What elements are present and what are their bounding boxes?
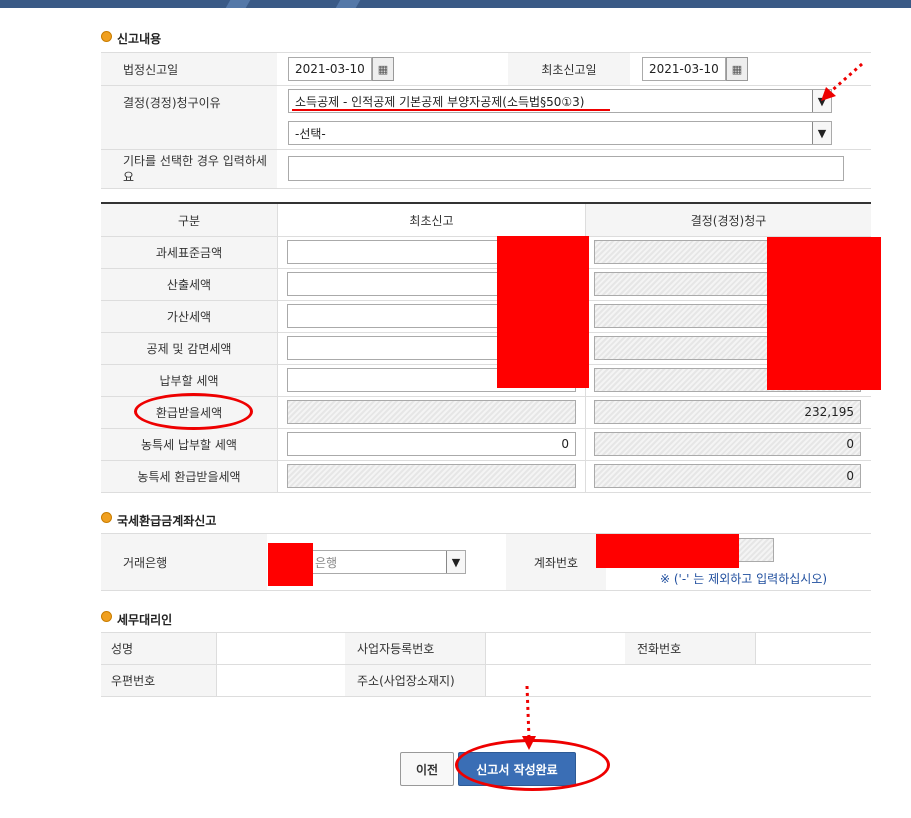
- highlight-oval-annotation: [134, 393, 253, 430]
- agent-address-label: 주소(사업장소재지): [345, 665, 485, 696]
- initial-date-label: 최초신고일: [508, 53, 630, 85]
- agent-bizno-label: 사업자등록번호: [345, 633, 485, 664]
- redaction: [767, 237, 881, 390]
- agent-zip-label: 우편번호: [101, 665, 216, 696]
- section-bullet-icon: [101, 31, 112, 42]
- chevron-down-icon[interactable]: ▼: [446, 551, 465, 573]
- agent-bizno-field[interactable]: [485, 633, 625, 664]
- amounts-header-claim: 결정(경정)청구: [586, 204, 871, 236]
- agent-phone-field[interactable]: [755, 633, 871, 664]
- section-bullet-icon: [101, 611, 112, 622]
- other-reason-label: 기타를 선택한 경우 입력하세요: [101, 150, 277, 188]
- redaction: [268, 543, 313, 586]
- other-reason-input[interactable]: [288, 156, 844, 181]
- top-banner: [0, 0, 911, 8]
- amount-row-label: 농특세 납부할 세액: [101, 429, 277, 460]
- initial-amount-input[interactable]: 0: [287, 432, 576, 456]
- bank-label: 거래은행: [101, 534, 267, 590]
- amount-row-label: 과세표준금액: [101, 237, 277, 268]
- amounts-header-initial: 최초신고: [278, 204, 585, 236]
- reason-detail-select[interactable]: -선택-: [288, 121, 832, 145]
- amount-row-label: 농특세 환급받을세액: [101, 461, 277, 492]
- calendar-icon[interactable]: ▦: [726, 57, 748, 81]
- chevron-down-icon[interactable]: ▼: [812, 90, 831, 112]
- highlight-oval-annotation: [455, 739, 610, 791]
- amount-row-label: 공제 및 감면세액: [101, 333, 277, 364]
- statutory-date-input[interactable]: 2021-03-10: [288, 57, 372, 81]
- agent-name-field[interactable]: [216, 633, 344, 664]
- reason-select-value: 소득공제 - 인적공제 기본공제 부양자공제(소득법§50①3): [295, 94, 585, 109]
- agent-address-field[interactable]: [485, 665, 871, 696]
- section-bullet-icon: [101, 512, 112, 523]
- initial-amount-input[interactable]: [287, 464, 576, 488]
- section-title-agent: 세무대리인: [117, 613, 173, 627]
- bank-select[interactable]: 은행: [288, 550, 466, 574]
- reason-label: 결정(경정)청구이유: [101, 86, 277, 118]
- agent-name-label: 성명: [101, 633, 216, 664]
- claim-amount-input[interactable]: 0: [594, 464, 861, 488]
- dotted-arrow-line: [827, 62, 863, 96]
- reason-detail-value: -선택-: [295, 126, 326, 141]
- claim-amount-input[interactable]: 232,195: [594, 400, 861, 424]
- prev-button[interactable]: 이전: [400, 752, 454, 786]
- redaction: [596, 534, 739, 568]
- amount-row-label: 납부할 세액: [101, 365, 277, 396]
- initial-amount-input[interactable]: [287, 400, 576, 424]
- section-title-report: 신고내용: [117, 32, 162, 46]
- account-note: ※ ('-' 는 제외하고 입력하십시오): [660, 572, 828, 586]
- row-divider: [101, 492, 871, 493]
- agent-zip-field[interactable]: [216, 665, 344, 696]
- underline-annotation: [292, 109, 610, 111]
- amount-row-label: 산출세액: [101, 269, 277, 300]
- redaction: [497, 236, 589, 388]
- chevron-down-icon[interactable]: ▼: [812, 122, 831, 144]
- amount-row-label: 가산세액: [101, 301, 277, 332]
- calendar-icon[interactable]: ▦: [372, 57, 394, 81]
- initial-date-input[interactable]: 2021-03-10: [642, 57, 726, 81]
- amounts-header-category: 구분: [101, 204, 277, 236]
- agent-phone-label: 전화번호: [625, 633, 755, 664]
- statutory-date-label: 법정신고일: [101, 53, 277, 85]
- claim-amount-input[interactable]: 0: [594, 432, 861, 456]
- account-label: 계좌번호: [506, 534, 606, 590]
- section-title-refund: 국세환급금계좌신고: [117, 514, 217, 528]
